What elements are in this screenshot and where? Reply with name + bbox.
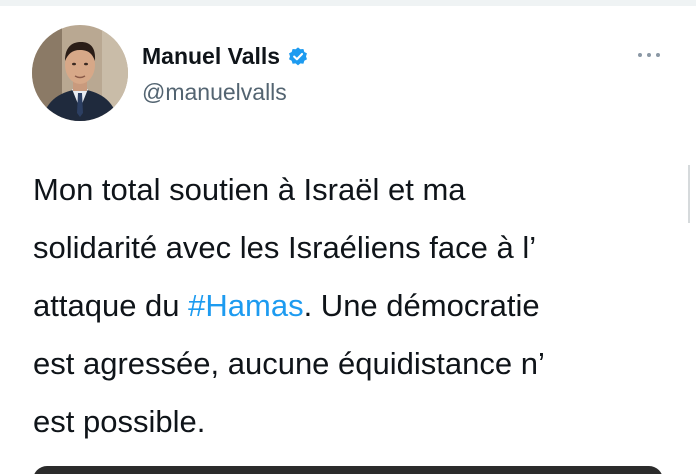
hashtag-link[interactable]: #Hamas <box>188 288 303 323</box>
avatar[interactable] <box>32 25 128 121</box>
top-divider <box>0 0 696 6</box>
verified-badge-icon <box>287 46 309 68</box>
author-display-name[interactable]: Manuel Valls <box>142 42 280 70</box>
media-preview[interactable] <box>33 466 663 474</box>
more-options-button[interactable] <box>634 47 664 63</box>
more-options-icon <box>638 53 660 57</box>
tweet-text-line: est possible. <box>33 404 206 439</box>
author-name-row: Manuel Valls <box>142 42 309 70</box>
tweet-text: Mon total soutien à Israël et ma solidar… <box>33 161 678 451</box>
tweet-text-line: Mon total soutien à Israël et ma <box>33 172 466 207</box>
tweet-text-line: attaque du #Hamas. Une démocratie <box>33 277 678 335</box>
tweet-text-segment: attaque du <box>33 288 189 323</box>
tweet-text-line: est agressée, aucune équidistance n’ <box>33 346 545 381</box>
tweet-card: Manuel Valls @manuelvalls Mon total sout… <box>0 0 696 474</box>
author-handle[interactable]: @manuelvalls <box>142 78 287 106</box>
scrollbar[interactable] <box>688 165 690 223</box>
tweet-text-line: solidarité avec les Israéliens face à l’ <box>33 230 537 265</box>
tweet-text-segment: . Une démocratie <box>303 288 540 323</box>
